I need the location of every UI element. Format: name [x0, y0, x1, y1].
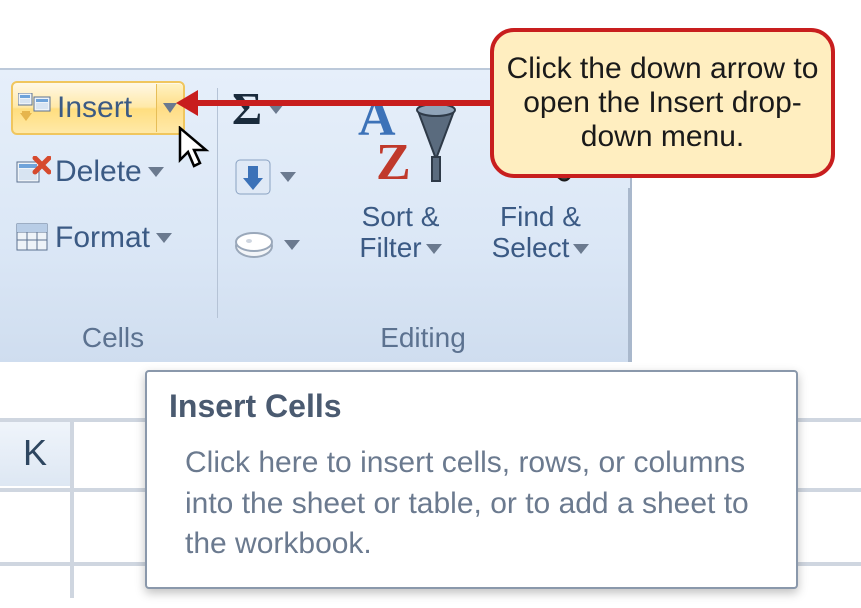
clear-button[interactable] [232, 228, 300, 262]
eraser-icon [232, 228, 278, 262]
find-select-label-2: Select [492, 232, 570, 263]
ribbon-edge [628, 188, 630, 362]
sort-filter-button[interactable]: A Z Sort & Filter [338, 82, 463, 264]
autosum-button[interactable]: Σ [232, 82, 284, 135]
tooltip-title: Insert Cells [169, 388, 774, 425]
sort-filter-label-1: Sort & [362, 201, 440, 232]
annotation-callout-text: Click the down arrow to open the Insert … [504, 52, 821, 154]
format-button-label: Format [55, 221, 150, 255]
dropdown-arrow-icon[interactable] [280, 172, 296, 182]
dropdown-arrow-icon[interactable] [284, 240, 300, 250]
editing-group-label: Editing [228, 322, 618, 354]
dropdown-arrow-icon[interactable] [148, 167, 164, 177]
annotation-arrow-head [176, 90, 198, 116]
insert-cells-tooltip: Insert Cells Click here to insert cells,… [145, 370, 798, 589]
cells-group: Insert Delete [8, 78, 218, 354]
format-cells-icon [11, 218, 55, 258]
annotation-arrow [190, 100, 490, 106]
sigma-icon: Σ [232, 82, 262, 135]
cells-group-label: Cells [8, 322, 218, 354]
insert-split-button[interactable]: Insert [11, 81, 185, 135]
delete-button[interactable]: Delete [11, 148, 164, 196]
column-header-label: K [23, 432, 47, 474]
dropdown-arrow-icon[interactable] [573, 244, 589, 254]
fill-button[interactable] [232, 156, 296, 198]
grid-line [70, 418, 74, 598]
svg-text:Z: Z [376, 134, 411, 191]
delete-cells-icon [11, 152, 55, 192]
tooltip-body: Click here to insert cells, rows, or col… [169, 443, 774, 565]
column-header-k[interactable]: K [0, 420, 70, 486]
format-button[interactable]: Format [11, 214, 172, 262]
dropdown-arrow-icon[interactable] [156, 233, 172, 243]
delete-button-label: Delete [55, 155, 142, 189]
fill-down-icon [232, 156, 274, 198]
sort-filter-label-2: Filter [359, 232, 421, 263]
insert-cells-icon [13, 88, 57, 128]
annotation-callout: Click the down arrow to open the Insert … [490, 28, 835, 178]
dropdown-arrow-icon[interactable] [426, 244, 442, 254]
insert-button-label: Insert [57, 91, 156, 125]
group-separator [217, 88, 218, 318]
find-select-label-1: Find & [500, 201, 581, 232]
